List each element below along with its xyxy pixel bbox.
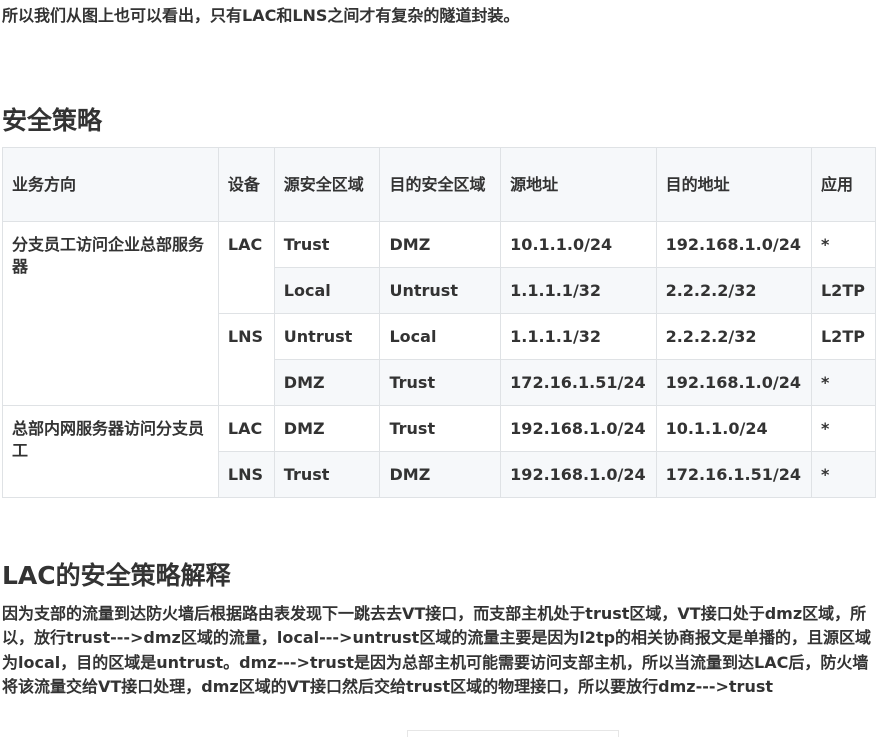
lac-policy-explanation-paragraph: 因为支部的流量到达防火墙后根据路由表发现下一跳去去VT接口，而支部主机处于tru… [2, 604, 872, 697]
lac-policy-explanation-heading: LAC的安全策略解释 [2, 561, 231, 590]
src-addr-cell: 10.1.1.0/24 [500, 221, 657, 268]
security-policy-heading: 安全策略 [2, 106, 103, 135]
dst-zone-cell: Local [379, 313, 502, 360]
src-zone-cell: Trust [273, 451, 381, 498]
device-cell: LNS [217, 451, 275, 498]
dst-addr-cell: 192.168.1.0/24 [655, 221, 812, 268]
src-zone-cell: Local [273, 267, 381, 314]
src-zone-cell: Untrust [273, 313, 381, 360]
device-cell: LAC [217, 405, 275, 452]
src-zone-cell: Trust [273, 221, 381, 268]
header-dst-zone: 目的安全区域 [379, 147, 502, 222]
src-addr-cell: 1.1.1.1/32 [500, 267, 657, 314]
src-addr-cell: 1.1.1.1/32 [500, 313, 657, 360]
dst-zone-cell: Trust [379, 405, 502, 452]
src-addr-cell: 172.16.1.51/24 [500, 359, 657, 406]
header-app: 应用 [810, 147, 877, 222]
header-direction: 业务方向 [2, 147, 219, 222]
app-cell: * [810, 451, 877, 498]
header-device: 设备 [217, 147, 275, 222]
security-policy-table: 业务方向 设备 源安全区域 目的安全区域 源地址 目的地址 应用 分支员工访问企… [2, 147, 877, 498]
src-zone-cell: DMZ [273, 405, 381, 452]
dst-zone-cell: DMZ [379, 221, 502, 268]
dst-addr-cell: 10.1.1.0/24 [655, 405, 812, 452]
dst-zone-cell: DMZ [379, 451, 502, 498]
src-addr-cell: 192.168.1.0/24 [500, 405, 657, 452]
app-cell: L2TP [810, 267, 877, 314]
table-row: 分支员工访问企业总部服务器 LAC Trust DMZ 10.1.1.0/24 … [2, 221, 877, 406]
src-zone-cell: DMZ [273, 359, 381, 406]
app-cell: * [810, 221, 877, 268]
dst-addr-cell: 192.168.1.0/24 [655, 359, 812, 406]
intro-paragraph: 所以我们从图上也可以看出，只有LAC和LNS之间才有复杂的隧道封装。 [2, 6, 520, 25]
header-src-zone: 源安全区域 [273, 147, 381, 222]
direction-cell: 分支员工访问企业总部服务器 [2, 221, 219, 406]
dst-addr-cell: 2.2.2.2/32 [655, 313, 812, 360]
table-header-row: 业务方向 设备 源安全区域 目的安全区域 源地址 目的地址 应用 [2, 147, 877, 222]
device-cell: LNS [217, 313, 275, 406]
dst-zone-cell: Untrust [379, 267, 502, 314]
header-src-addr: 源地址 [500, 147, 657, 222]
header-dst-addr: 目的地址 [655, 147, 812, 222]
device-cell: LAC [217, 221, 275, 314]
dst-addr-cell: 2.2.2.2/32 [655, 267, 812, 314]
dst-addr-cell: 172.16.1.51/24 [655, 451, 812, 498]
partially-visible-box [407, 730, 619, 737]
dst-zone-cell: Trust [379, 359, 502, 406]
src-addr-cell: 192.168.1.0/24 [500, 451, 657, 498]
app-cell: * [810, 359, 877, 406]
app-cell: L2TP [810, 313, 877, 360]
table-row: 总部内网服务器访问分支员工 LAC DMZ Trust 192.168.1.0/… [2, 405, 877, 498]
app-cell: * [810, 405, 877, 452]
direction-cell: 总部内网服务器访问分支员工 [2, 405, 219, 498]
